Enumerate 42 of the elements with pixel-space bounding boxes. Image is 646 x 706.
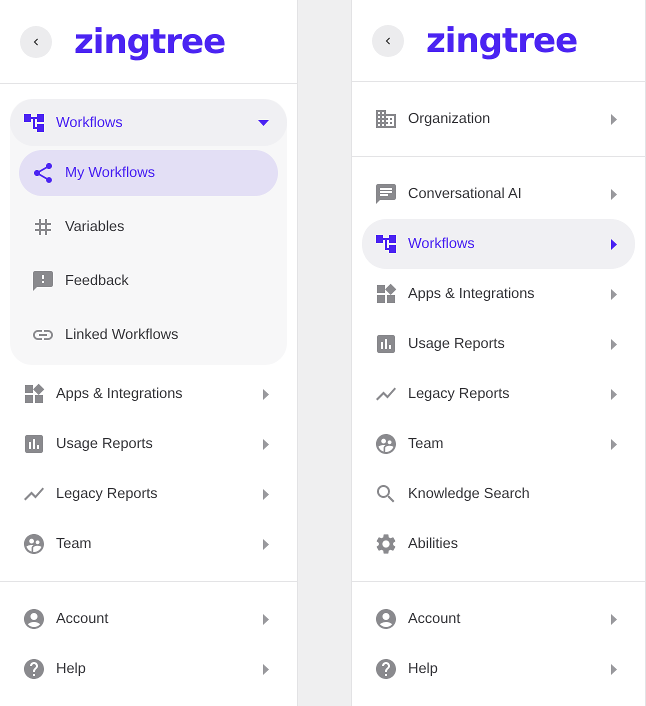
nav-item[interactable]: Usage Reports (10, 419, 287, 469)
settings-icon (374, 532, 398, 556)
chat-icon (374, 182, 398, 206)
nav-item[interactable]: Team (362, 419, 635, 469)
logo: zingtree (426, 24, 578, 58)
nav-item[interactable]: Legacy Reports (362, 369, 635, 419)
sitemap-icon (374, 232, 398, 256)
back-button[interactable] (20, 26, 52, 58)
account-icon (22, 607, 46, 631)
submenu-item[interactable]: Feedback (19, 258, 278, 304)
people-icon (22, 532, 46, 556)
submenu-item[interactable]: My Workflows (19, 150, 278, 196)
bar-chart-icon (374, 332, 398, 356)
nav-item[interactable]: Help (10, 644, 287, 694)
back-button[interactable] (372, 24, 404, 56)
share-icon (31, 161, 55, 185)
nav-item[interactable]: Organization (362, 94, 635, 144)
nav-item[interactable]: Apps & Integrations (10, 369, 287, 419)
help-icon (22, 657, 46, 681)
widgets-icon (374, 282, 398, 306)
submenu-item[interactable]: Linked Workflows (19, 312, 278, 358)
logo: zingtree (74, 24, 226, 58)
nav-item[interactable]: Account (10, 594, 287, 644)
nav-item[interactable]: Team (10, 519, 287, 569)
nav-item[interactable]: Legacy Reports (10, 469, 287, 519)
nav-item[interactable]: Help (362, 644, 635, 694)
nav-item[interactable]: Apps & Integrations (362, 269, 635, 319)
help-icon (374, 657, 398, 681)
nav-item[interactable]: Conversational AI (362, 169, 635, 219)
bar-chart-icon (22, 432, 46, 456)
building-icon (374, 107, 398, 131)
nav-item[interactable]: Workflows (362, 219, 635, 269)
nav-item[interactable]: Abilities (362, 519, 635, 569)
account-icon (374, 607, 398, 631)
nav-item[interactable]: Usage Reports (362, 319, 635, 369)
submenu-item[interactable]: Variables (19, 204, 278, 250)
nav-item[interactable]: Account (362, 594, 635, 644)
nav-item[interactable]: Workflows (10, 99, 287, 146)
feedback-icon (31, 269, 55, 293)
nav-item[interactable]: Knowledge Search (362, 469, 635, 519)
widgets-icon (22, 382, 46, 406)
people-icon (374, 432, 398, 456)
